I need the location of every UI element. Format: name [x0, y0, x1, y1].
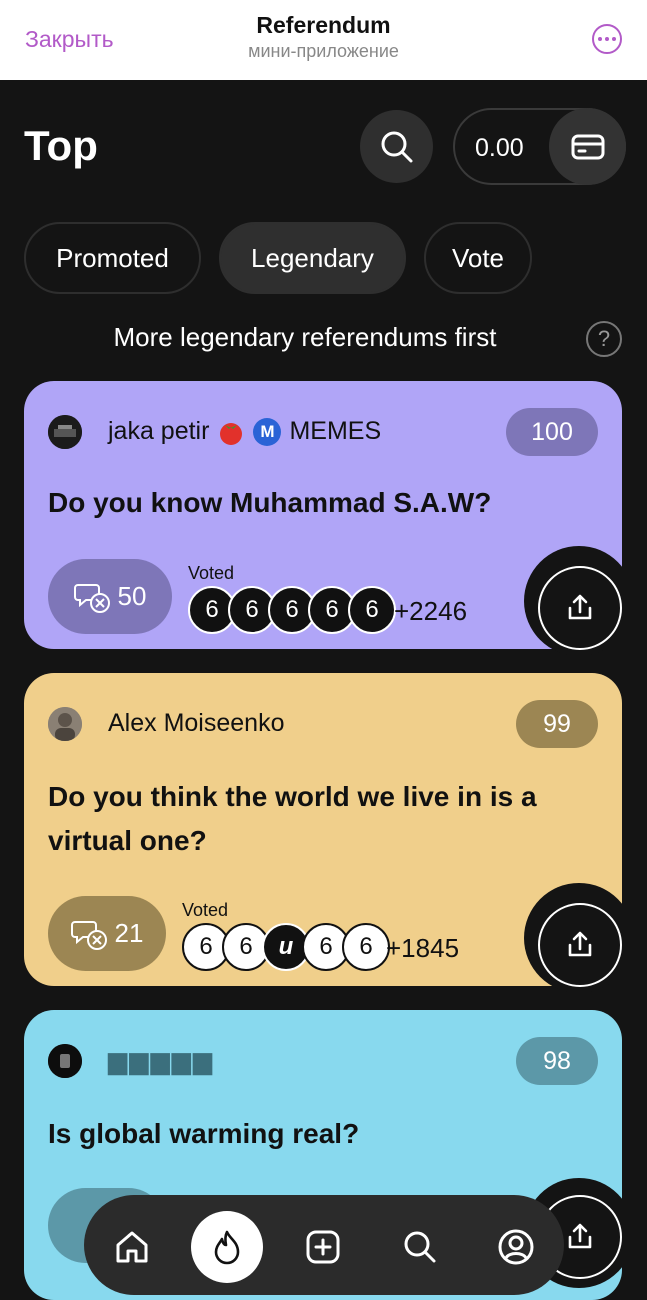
mini-app-header: Закрыть Referendum мини-приложение [0, 0, 647, 80]
voter-avatar: 6 [342, 923, 390, 971]
tab-legendary[interactable]: Legendary [219, 222, 406, 294]
tab-vote[interactable]: Vote [424, 222, 532, 294]
wallet-button[interactable] [549, 108, 626, 185]
tomato-emoji-icon [220, 422, 243, 445]
voters-stack: 6 6 6 6 6 [188, 586, 396, 634]
author-line[interactable]: ▆▆▆▆▆ [108, 1046, 214, 1076]
question-text: Do you know Muhammad S.A.W? [48, 487, 492, 518]
question-text: Do you think the world we live in is a v… [48, 781, 537, 856]
voted-count: +1845 [386, 933, 460, 963]
nav-top[interactable] [191, 1211, 263, 1283]
voted-label: Voted [182, 900, 229, 920]
page-title: Top [24, 122, 98, 169]
bottom-navigation [84, 1195, 564, 1295]
avatar [48, 707, 82, 741]
avatar [48, 415, 82, 449]
comments-button[interactable]: 50 [48, 559, 172, 634]
profile-icon [498, 1229, 534, 1265]
comments-button[interactable]: 21 [48, 896, 166, 971]
score-badge: 100 [506, 408, 598, 456]
help-icon[interactable]: ? [586, 321, 622, 357]
share-icon [568, 931, 592, 957]
wallet-icon [571, 134, 604, 159]
question-text: Is global warming real? [48, 1118, 360, 1149]
nav-create[interactable] [287, 1211, 359, 1283]
search-button[interactable] [360, 110, 433, 183]
comments-icon [70, 920, 107, 950]
author-name: jaka petir [108, 417, 210, 445]
home-icon [116, 1231, 148, 1263]
flame-icon [214, 1230, 240, 1265]
author-line[interactable]: Alex Moiseenko [108, 709, 284, 738]
voter-avatar: 6 [348, 586, 396, 634]
author-name: Alex Moiseenko [108, 709, 285, 737]
search-icon [404, 1231, 436, 1263]
author-name: ▆▆▆▆▆ [108, 1047, 215, 1075]
m-badge-icon: M [253, 417, 282, 446]
share-icon [568, 594, 592, 620]
score-badge: 99 [516, 700, 598, 748]
share-button[interactable] [538, 566, 622, 650]
share-icon [568, 1223, 592, 1249]
more-icon[interactable] [592, 24, 622, 54]
search-icon [381, 131, 412, 162]
referendum-card[interactable]: Alex Moiseenko 99 Do you think the world… [24, 673, 634, 993]
score-badge: 98 [516, 1037, 598, 1085]
author-channel: MEMES [289, 417, 382, 445]
tab-promoted[interactable]: Promoted [24, 222, 201, 294]
voted-label: Voted [188, 563, 235, 583]
sort-hint: More legendary referendums first [113, 322, 497, 352]
comments-icon [73, 583, 110, 613]
share-button[interactable] [538, 903, 622, 987]
author-line[interactable]: jaka petir M MEMES [108, 417, 381, 446]
header-title-block: Referendum мини-приложение [0, 12, 647, 62]
app-title: Referendum [256, 12, 391, 38]
voters-stack: 6 6 и 6 6 [182, 923, 390, 971]
comments-count: 50 [117, 581, 147, 611]
add-icon [306, 1230, 340, 1264]
nav-home[interactable] [96, 1211, 168, 1283]
balance-pill[interactable]: 0.00 [453, 108, 626, 185]
avatar [48, 1044, 82, 1078]
referendum-card[interactable]: jaka petir M MEMES 100 Do you know Muham… [24, 381, 634, 656]
voted-count: +2246 [394, 596, 468, 626]
nav-search[interactable] [384, 1211, 456, 1283]
comments-count: 21 [114, 918, 144, 948]
app-subtitle: мини-приложение [248, 41, 399, 61]
nav-profile[interactable] [480, 1211, 552, 1283]
balance-value: 0.00 [475, 134, 524, 162]
